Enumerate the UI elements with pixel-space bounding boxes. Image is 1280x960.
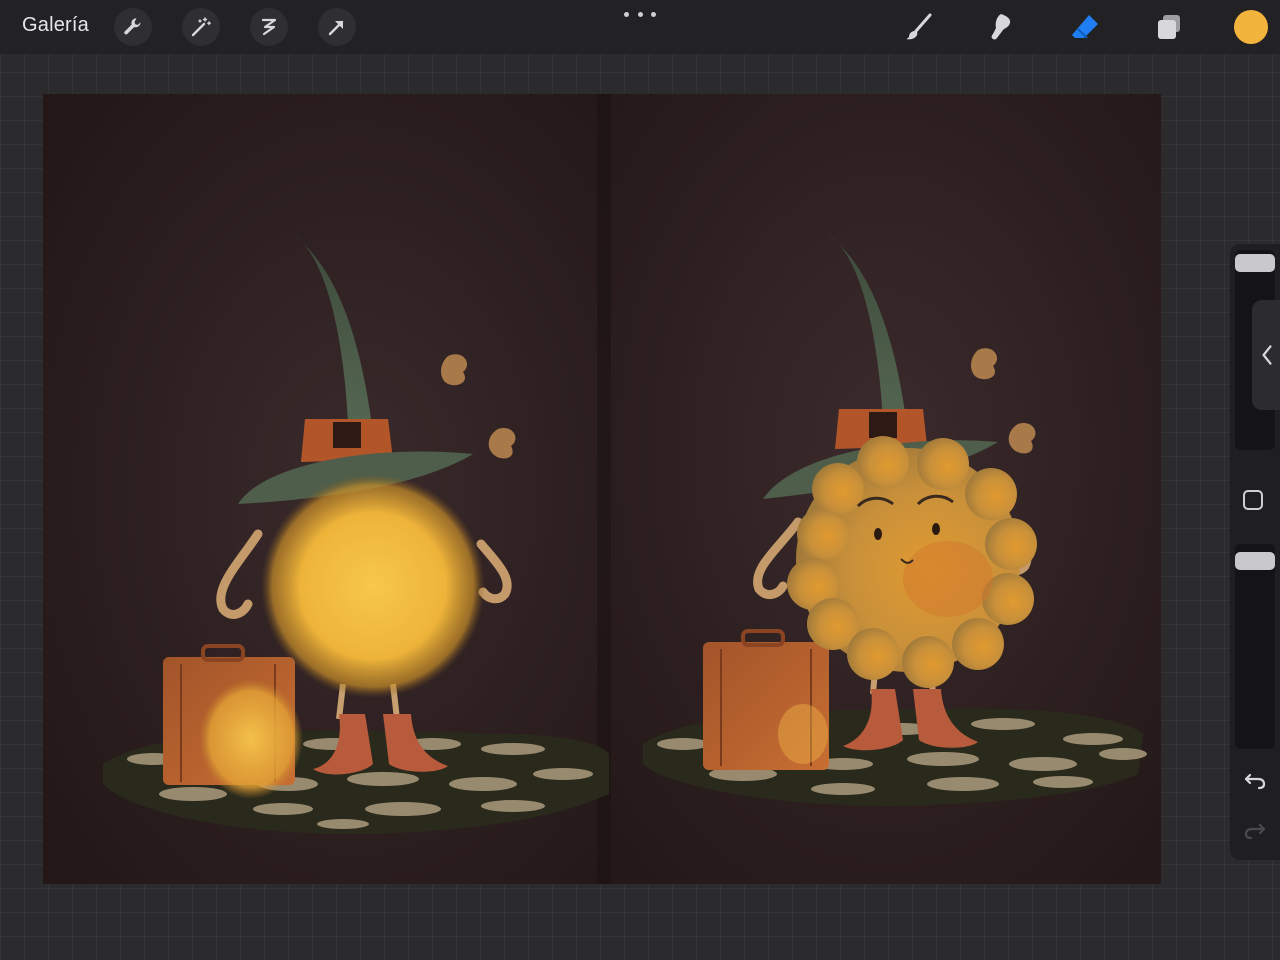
gallery-button[interactable]: Galería: [22, 14, 89, 37]
smudge-tool-button[interactable]: [982, 8, 1020, 46]
top-toolbar: Galería: [0, 0, 1280, 54]
eraser-tool-button[interactable]: [1066, 8, 1104, 46]
undo-icon[interactable]: [1241, 766, 1269, 794]
transform-arrow-icon: [328, 20, 344, 36]
modify-square-button[interactable]: [1243, 490, 1263, 510]
opacity-thumb[interactable]: [1235, 552, 1275, 570]
redo-icon[interactable]: [1241, 816, 1269, 844]
selection-icon: [261, 18, 277, 36]
color-swatch-button[interactable]: [1234, 10, 1268, 44]
brush-size-thumb[interactable]: [1235, 254, 1275, 272]
brush-tool-button[interactable]: [900, 8, 938, 46]
drawing-canvas[interactable]: [43, 94, 1161, 884]
selection-button[interactable]: [250, 8, 288, 46]
transform-button[interactable]: [318, 8, 356, 46]
smudge-icon: [991, 14, 1011, 40]
actions-button[interactable]: [114, 8, 152, 46]
layers-button[interactable]: [1150, 8, 1188, 46]
layers-icon: [1158, 15, 1180, 39]
ellipsis-icon: [637, 11, 643, 17]
artwork: [43, 94, 1161, 884]
collapse-chevron-icon: [1262, 345, 1272, 365]
magic-wand-icon: [191, 17, 211, 37]
opacity-slider[interactable]: [1235, 544, 1275, 749]
wrench-icon: [124, 18, 141, 35]
brush-icon: [906, 13, 932, 40]
ellipsis-icon: [624, 11, 629, 17]
sidebar-collapse-button[interactable]: [1252, 300, 1280, 410]
eraser-icon: [1072, 15, 1098, 39]
adjustments-button[interactable]: [182, 8, 220, 46]
procreate-app: Galería: [0, 0, 1280, 960]
ellipsis-icon: [651, 11, 656, 17]
side-toolbar: [1230, 244, 1280, 860]
more-menu-button[interactable]: [624, 6, 656, 22]
